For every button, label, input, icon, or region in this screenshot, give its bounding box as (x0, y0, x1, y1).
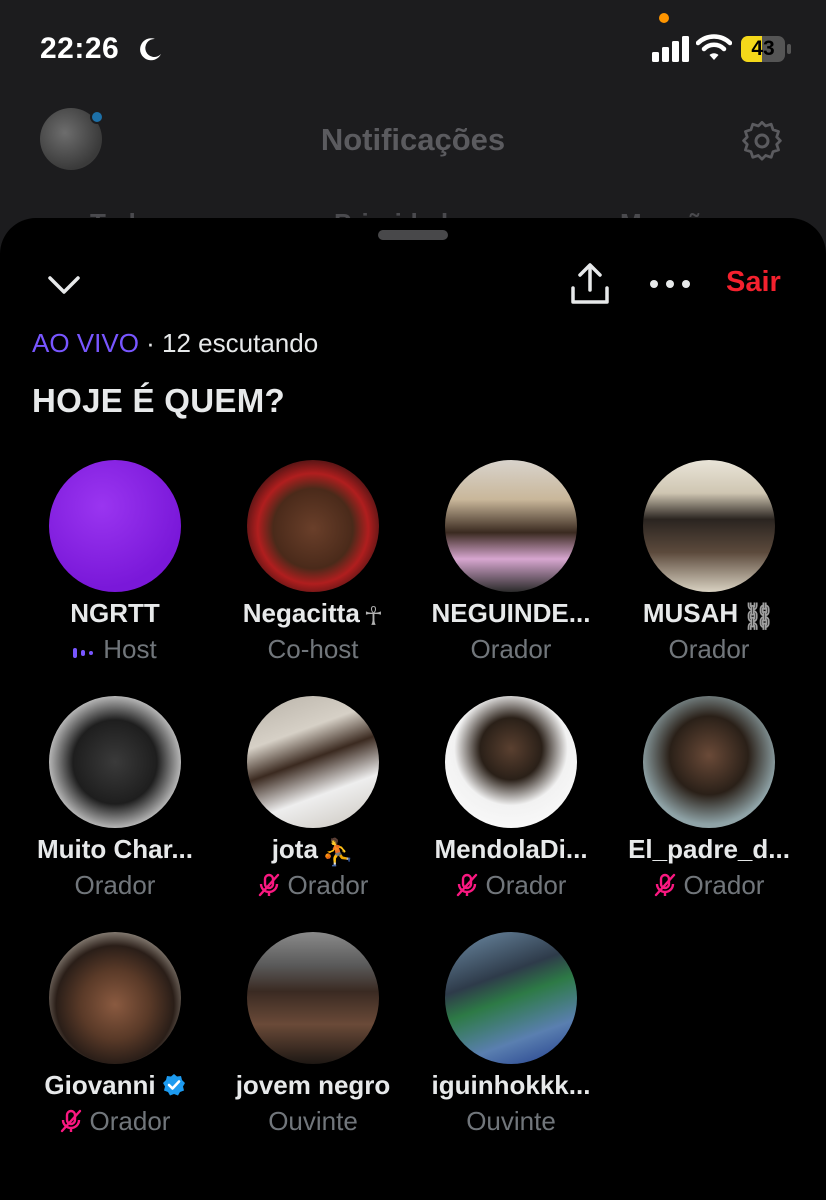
participant-role: Co-host (267, 634, 359, 664)
participant-role-row: Orador (16, 1106, 214, 1137)
participant-role: Orador (485, 870, 567, 900)
moon-icon (140, 38, 161, 61)
status-time: 22:26 (40, 32, 120, 65)
space-title: HOJE É QUEM? (32, 382, 285, 419)
participant-name: MUSAH ⛓ (610, 598, 808, 632)
background-title: Notificações (320, 122, 506, 157)
participant-role: Ouvinte (466, 1106, 556, 1136)
participant-role-row: Orador (214, 870, 412, 901)
basketball-player-emoji-icon: ⛹ (321, 837, 355, 867)
avatar (247, 460, 379, 592)
speaking-indicator-icon (73, 648, 94, 658)
avatar (49, 696, 181, 828)
privacy-indicator-icon (659, 13, 669, 23)
participant-name: El_padre_d... (628, 834, 790, 864)
participant-name: Giovanni (16, 1070, 214, 1101)
avatar (49, 932, 181, 1064)
participant-name: MendolaDi... (434, 834, 588, 864)
participant-name-text: Negacitta (242, 598, 360, 628)
avatar (247, 696, 379, 828)
mic-off-icon (60, 1109, 81, 1133)
space-sheet: Sair AO VIVO · 12 escutando HOJE É QUEM?… (0, 218, 826, 1200)
avatar (643, 460, 775, 592)
participant-name: Muito Char... (37, 834, 193, 864)
mic-off-icon (456, 873, 477, 897)
participant-role-row: Orador (412, 870, 610, 901)
status-bar: 22:26 43 (0, 0, 826, 100)
participant-card[interactable]: Giovanni Orador (16, 932, 214, 1142)
participant-name-text: MUSAH (642, 598, 739, 628)
verified-badge-icon (162, 1074, 185, 1096)
share-icon[interactable] (568, 262, 612, 306)
participant-card[interactable]: NEGUINDE... Orador (412, 460, 610, 670)
participant-name-text: jota (271, 834, 318, 864)
participant-role: Orador (74, 870, 156, 900)
participant-name: iguinhokkk... (431, 1070, 591, 1100)
participant-role: Orador (287, 870, 369, 900)
participant-card[interactable]: jota ⛹ Orador (214, 696, 412, 906)
participant-card[interactable]: MUSAH ⛓ Orador (610, 460, 808, 670)
avatar (643, 696, 775, 828)
ankh-emoji-icon: ☥ (363, 601, 384, 631)
participant-name: jovem negro (235, 1070, 391, 1100)
avatar (445, 932, 577, 1064)
participant-card[interactable]: jovem negro Ouvinte (214, 932, 412, 1142)
listener-count: · 12 escutando (146, 328, 319, 358)
avatar (247, 932, 379, 1064)
participant-role-row: Orador (610, 870, 808, 901)
participant-card[interactable]: Muito Char... Orador (16, 696, 214, 906)
participant-role-row: Host (16, 634, 214, 665)
participant-role: Orador (470, 634, 552, 664)
participant-role: Host (103, 634, 157, 664)
participant-name-text: Giovanni (44, 1070, 156, 1100)
wifi-icon (696, 34, 732, 60)
mic-off-icon (258, 873, 279, 897)
mic-off-icon (654, 873, 675, 897)
sheet-grabber[interactable] (378, 230, 448, 240)
avatar (445, 460, 577, 592)
participant-name: NGRTT (70, 598, 160, 628)
participant-card[interactable]: Negacitta ☥ Co-host (214, 460, 412, 670)
avatar (445, 696, 577, 828)
participant-role: Orador (668, 634, 750, 664)
battery-icon: 43 (740, 34, 792, 64)
gear-icon[interactable] (741, 120, 783, 162)
more-options-icon[interactable] (648, 274, 692, 294)
avatar (49, 460, 181, 592)
leave-button[interactable]: Sair (726, 266, 781, 299)
battery-percent: 43 (751, 37, 775, 60)
participant-role: Ouvinte (268, 1106, 358, 1136)
cellular-signal-icon (652, 36, 689, 62)
participant-card[interactable]: El_padre_d... Orador (610, 696, 808, 906)
participant-card[interactable]: iguinhokkk... Ouvinte (412, 932, 610, 1142)
participant-role: Orador (89, 1106, 171, 1136)
participant-name: jota ⛹ (214, 834, 412, 868)
chevron-down-icon[interactable] (46, 270, 82, 300)
live-label: AO VIVO (32, 328, 139, 358)
participant-name: Negacitta ☥ (214, 598, 412, 632)
live-status: AO VIVO · 12 escutando (32, 328, 318, 359)
participant-name: NEGUINDE... (431, 598, 591, 628)
participant-role: Orador (683, 870, 765, 900)
participant-card[interactable]: MendolaDi... Orador (412, 696, 610, 906)
chains-emoji-icon: ⛓ (742, 601, 776, 631)
participant-card[interactable]: NGRTT Host (16, 460, 214, 670)
